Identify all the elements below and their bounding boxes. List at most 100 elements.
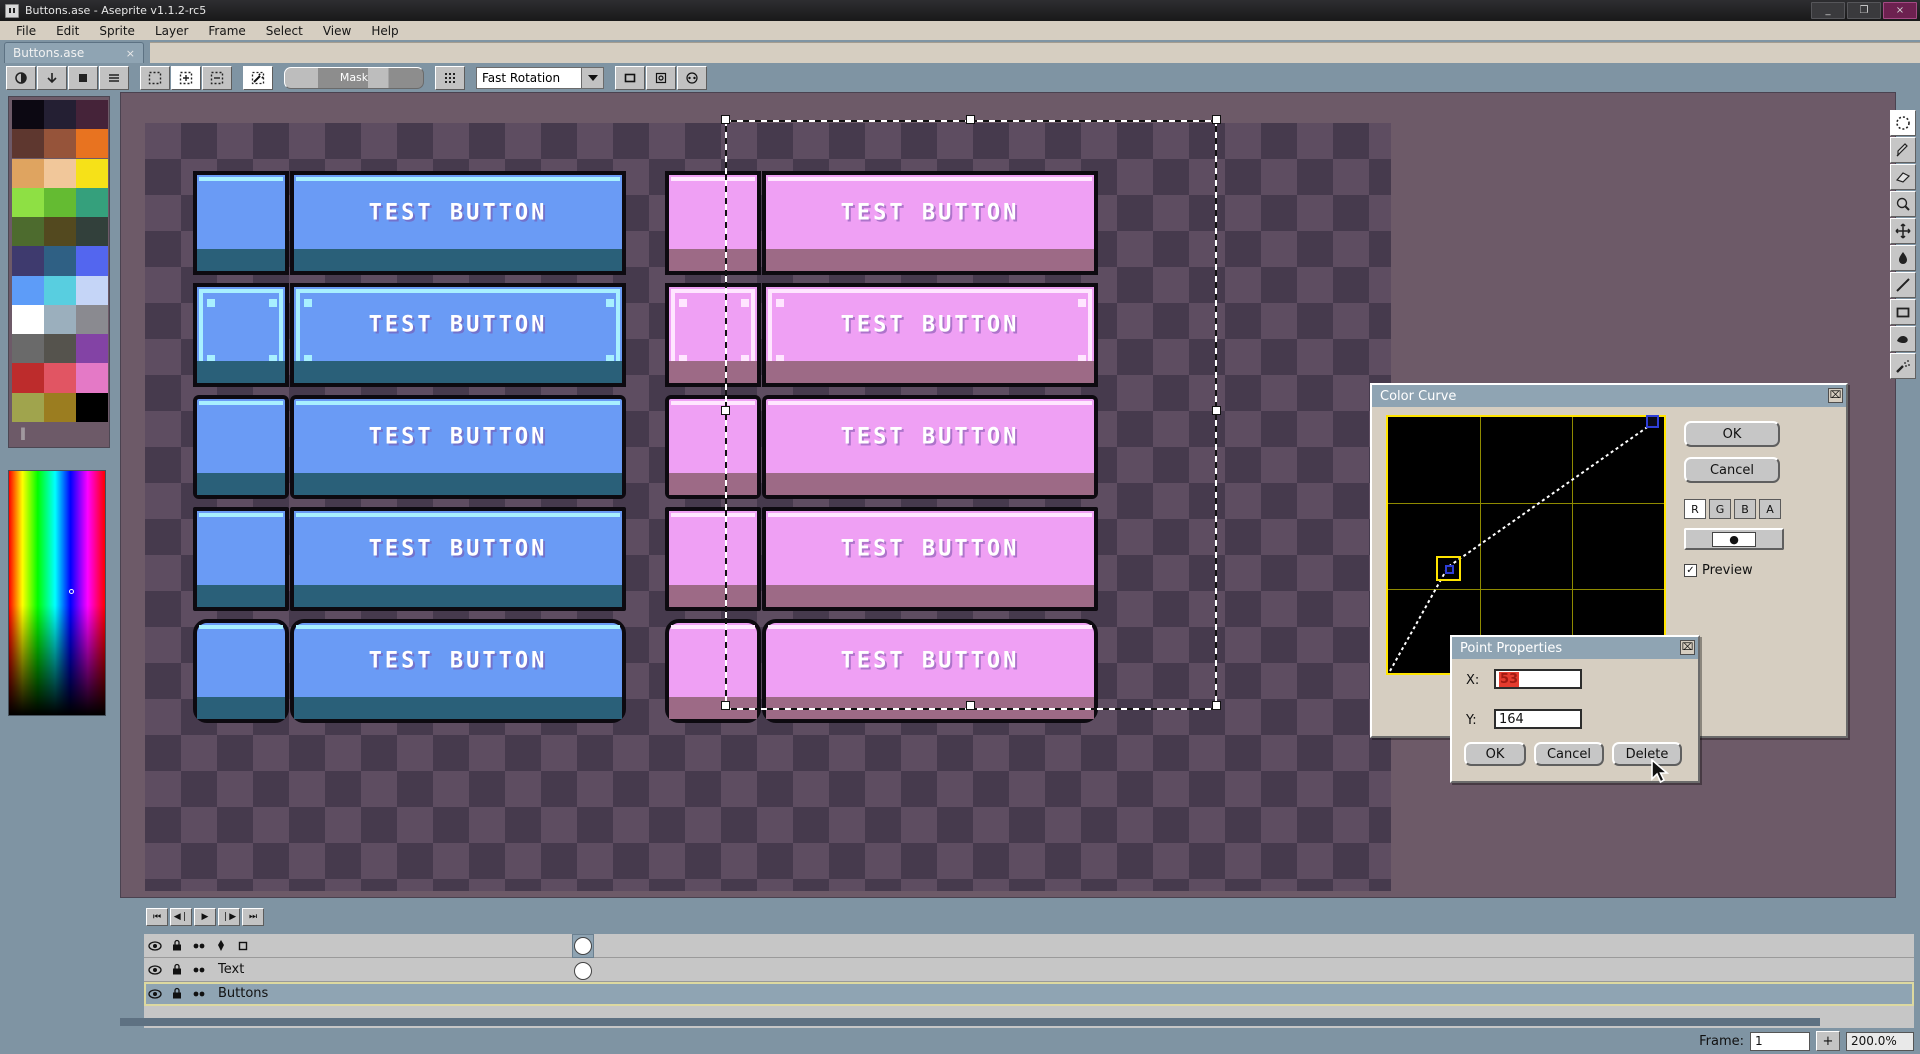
channel-g-button[interactable]: G (1709, 499, 1731, 519)
add-frame-button[interactable]: + (1816, 1031, 1840, 1051)
palette-swatch[interactable] (12, 305, 44, 334)
line-tool[interactable] (1890, 272, 1916, 298)
channel-a-button[interactable]: A (1759, 499, 1781, 519)
curve-point-selected[interactable] (1436, 556, 1461, 581)
grid-icon[interactable] (435, 66, 465, 90)
channel-r-button[interactable]: R (1684, 499, 1706, 519)
palette-swatch[interactable] (76, 276, 108, 305)
palette-swatch[interactable] (44, 159, 76, 188)
color-palette[interactable]: ‖ (8, 96, 110, 448)
marquee-handle-e[interactable] (1212, 406, 1221, 415)
marquee-handle-s[interactable] (966, 701, 975, 710)
palette-swatch[interactable] (44, 188, 76, 217)
menu-view[interactable]: View (313, 23, 361, 39)
palette-swatch[interactable] (76, 217, 108, 246)
eraser-tool[interactable] (1890, 164, 1916, 190)
blur-smudge-tool[interactable] (1890, 326, 1916, 352)
point-cancel-button[interactable]: Cancel (1534, 742, 1604, 766)
zoom-tool[interactable] (1890, 191, 1916, 217)
color-curve-ok-button[interactable]: OK (1684, 421, 1780, 447)
zoom-level-input[interactable]: 200.0% (1846, 1032, 1914, 1051)
palette-swatch[interactable] (12, 363, 44, 392)
y-input[interactable]: 164 (1494, 709, 1582, 729)
menu-edit[interactable]: Edit (46, 23, 89, 39)
chevron-down-icon[interactable] (581, 68, 603, 88)
palette-swatch[interactable] (12, 100, 44, 129)
palette-swatch[interactable] (44, 217, 76, 246)
palette-swatch[interactable] (12, 159, 44, 188)
menu-lines-icon[interactable] (99, 66, 129, 90)
layer-visibility-icon[interactable] (144, 959, 166, 981)
eye-icon[interactable] (144, 935, 166, 957)
rectangle-icon[interactable] (615, 66, 645, 90)
palette-swatch[interactable] (12, 188, 44, 217)
go-first-frame-button[interactable]: ⏮ (146, 908, 168, 926)
selection-replace-icon[interactable] (140, 66, 170, 90)
restore-button[interactable]: ❐ (1847, 2, 1881, 19)
palette-swatch[interactable] (76, 334, 108, 363)
close-icon[interactable]: ⌧ (1680, 640, 1695, 655)
palette-swatch[interactable] (44, 393, 76, 422)
ink-mode-icon[interactable] (6, 66, 36, 90)
preview-checkbox[interactable]: ✓ Preview (1684, 563, 1753, 578)
rotation-algorithm-select[interactable]: Fast Rotation (476, 67, 604, 89)
document-tab-buttons-ase[interactable]: Buttons.ase × (4, 42, 144, 63)
magic-wand-icon[interactable] (243, 66, 273, 90)
mask-opacity-slider[interactable]: Mask (284, 67, 424, 89)
menu-select[interactable]: Select (256, 23, 313, 39)
palette-swatch[interactable] (76, 393, 108, 422)
lock-icon[interactable] (166, 935, 188, 957)
palette-swatch[interactable] (76, 159, 108, 188)
layer-visibility-icon[interactable] (144, 983, 166, 1005)
point-properties-title-bar[interactable]: Point Properties ⌧ (1452, 637, 1698, 659)
close-icon[interactable]: ⌧ (1828, 388, 1843, 403)
layer-link-icon[interactable] (188, 959, 210, 981)
minimize-button[interactable]: _ (1811, 2, 1845, 19)
palette-swatch[interactable] (44, 334, 76, 363)
palette-swatch[interactable] (76, 363, 108, 392)
paint-bucket-tool[interactable] (1890, 245, 1916, 271)
play-button[interactable]: ▶ (194, 908, 216, 926)
cel-text-frame1[interactable] (574, 937, 592, 955)
composite-channel-button[interactable]: ● (1684, 528, 1784, 550)
marquee-handle-nw[interactable] (721, 115, 730, 124)
point-ok-button[interactable]: OK (1464, 742, 1526, 766)
marquee-handle-n[interactable] (966, 115, 975, 124)
layer-row-buttons[interactable]: Buttons (144, 982, 1914, 1006)
palette-swatch[interactable] (12, 246, 44, 275)
palette-grid[interactable] (12, 100, 108, 422)
curve-point-endpoint[interactable] (1646, 415, 1659, 428)
onion-skin-icon[interactable] (210, 935, 232, 957)
layer-lock-icon[interactable] (166, 983, 188, 1005)
menu-file[interactable]: File (6, 23, 46, 39)
palette-swatch[interactable] (76, 246, 108, 275)
palette-swatch[interactable] (12, 393, 44, 422)
color-spectrum-picker[interactable] (8, 470, 106, 716)
palette-swatch[interactable] (44, 363, 76, 392)
selection-subtract-icon[interactable] (202, 66, 232, 90)
spray-tool[interactable] (1890, 353, 1916, 379)
close-button[interactable]: × (1883, 2, 1917, 19)
layer-lock-icon[interactable] (166, 959, 188, 981)
x-input[interactable]: 53 (1494, 669, 1582, 689)
marquee-handle-se[interactable] (1212, 701, 1221, 710)
marquee-handle-ne[interactable] (1212, 115, 1221, 124)
menu-help[interactable]: Help (361, 23, 408, 39)
pivot-icon[interactable] (646, 66, 676, 90)
pencil-tool[interactable] (1890, 137, 1916, 163)
move-tool[interactable] (1890, 218, 1916, 244)
layer-link-icon[interactable] (188, 983, 210, 1005)
link-icon[interactable] (188, 935, 210, 957)
go-last-frame-button[interactable]: ⏭ (242, 908, 264, 926)
cel-buttons-frame1[interactable] (574, 962, 592, 980)
palette-swatch[interactable] (76, 305, 108, 334)
palette-swatch[interactable] (44, 100, 76, 129)
marquee-handle-w[interactable] (721, 406, 730, 415)
close-tab-icon[interactable]: × (112, 47, 135, 60)
palette-swatch[interactable] (76, 129, 108, 158)
color-curve-title-bar[interactable]: Color Curve ⌧ (1372, 385, 1846, 407)
channel-b-button[interactable]: B (1734, 499, 1756, 519)
marquee-select-tool[interactable] (1890, 110, 1916, 136)
go-prev-frame-button[interactable]: ◀❘ (170, 908, 192, 926)
fill-square-icon[interactable] (68, 66, 98, 90)
